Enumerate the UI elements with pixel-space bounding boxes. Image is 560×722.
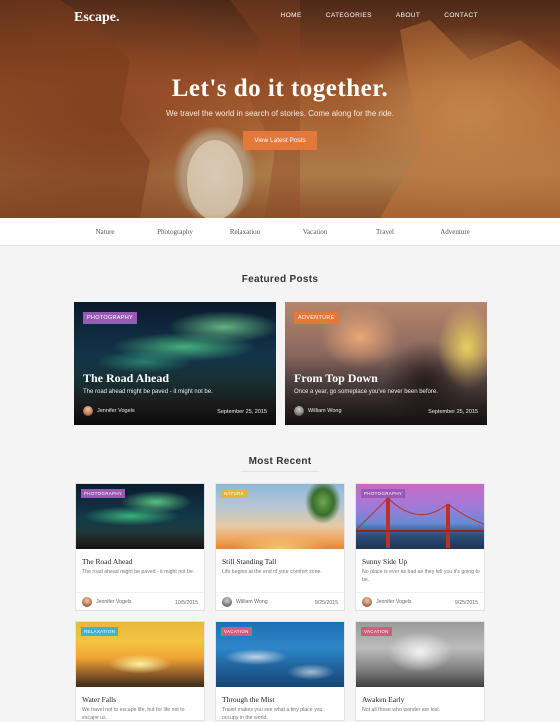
hero-subtitle: We travel the world in search of stories… xyxy=(166,109,394,118)
post-card[interactable]: PHOTOGRAPHY Sunny Side Up No place is ev… xyxy=(355,483,485,611)
category-photography[interactable]: Photography xyxy=(157,228,193,236)
card-footer: Jennifer Vogels 10/5/2015 xyxy=(76,592,204,612)
post-date: September 25, 2015 xyxy=(217,409,267,415)
nav-contact[interactable]: CONTACT xyxy=(444,12,478,19)
post-title[interactable]: Sunny Side Up xyxy=(362,557,407,566)
category-badge[interactable]: VACATION xyxy=(361,627,392,636)
avatar xyxy=(82,597,92,607)
category-bar: Nature Photography Relaxation Vacation T… xyxy=(0,218,560,246)
category-badge[interactable]: PHOTOGRAPHY xyxy=(361,489,406,498)
author-name: Jennifer Vogels xyxy=(376,599,412,605)
post-card[interactable]: RELAXATION Water Falls We travel not to … xyxy=(75,621,205,721)
category-vacation[interactable]: Vacation xyxy=(303,228,328,236)
post-date: 9/25/2015 xyxy=(454,600,478,606)
main-nav: HOME CATEGORIES ABOUT CONTACT xyxy=(281,12,478,19)
nav-about[interactable]: ABOUT xyxy=(396,12,420,19)
featured-title[interactable]: The Road Ahead xyxy=(83,371,169,386)
author-name: William Wong xyxy=(308,408,342,414)
featured-author[interactable]: Jennifer Vogels xyxy=(83,406,135,416)
post-author[interactable]: Jennifer Vogels xyxy=(362,597,411,607)
avatar xyxy=(83,406,93,416)
avatar xyxy=(362,597,372,607)
post-card[interactable]: VACATION Through the Mist Travel makes y… xyxy=(215,621,345,721)
category-adventure[interactable]: Adventure xyxy=(440,228,470,236)
author-name: Jennifer Vogels xyxy=(97,408,135,414)
post-title[interactable]: Water Falls xyxy=(82,695,116,704)
post-title[interactable]: Through the Mist xyxy=(222,695,275,704)
post-date: 9/25/2015 xyxy=(314,600,338,606)
post-title[interactable]: Still Standing Tall xyxy=(222,557,276,566)
featured-title[interactable]: From Top Down xyxy=(294,371,378,386)
post-excerpt: Not all those who wander are lost. xyxy=(362,707,441,713)
post-card[interactable]: VACATION Awaken Early Not all those who … xyxy=(355,621,485,721)
category-nature[interactable]: Nature xyxy=(95,228,114,236)
post-card[interactable]: PHOTOGRAPHY The Road Ahead The road ahea… xyxy=(75,483,205,611)
avatar xyxy=(294,406,304,416)
author-name: William Wong xyxy=(236,599,268,605)
post-author[interactable]: William Wong xyxy=(222,597,268,607)
view-latest-posts-button[interactable]: View Latest Posts xyxy=(243,131,317,150)
hero-banner: Escape. HOME CATEGORIES ABOUT CONTACT Le… xyxy=(0,0,560,218)
featured-author[interactable]: William Wong xyxy=(294,406,342,416)
card-footer: Jennifer Vogels 9/25/2015 xyxy=(356,592,484,612)
most-recent-heading: Most Recent xyxy=(248,456,312,467)
nav-categories[interactable]: CATEGORIES xyxy=(326,12,372,19)
category-badge[interactable]: NATURE xyxy=(221,489,247,498)
avatar xyxy=(222,597,232,607)
card-footer: William Wong 9/25/2015 xyxy=(216,592,344,612)
post-date: September 25, 2015 xyxy=(428,409,478,415)
post-excerpt: No place is ever as bad as they tell you… xyxy=(362,569,480,583)
author-name: Jennifer Vogels xyxy=(96,599,132,605)
category-badge[interactable]: PHOTOGRAPHY xyxy=(81,489,126,498)
post-title[interactable]: Awaken Early xyxy=(362,695,404,704)
post-author[interactable]: Jennifer Vogels xyxy=(82,597,131,607)
category-badge[interactable]: RELAXATION xyxy=(81,627,119,636)
category-badge[interactable]: VACATION xyxy=(221,627,252,636)
hero-title: Let's do it together. xyxy=(171,75,389,102)
post-excerpt: Life begins at the end of your comfort z… xyxy=(222,569,322,575)
nav-home[interactable]: HOME xyxy=(281,12,302,19)
featured-heading: Featured Posts xyxy=(241,274,319,285)
category-badge[interactable]: PHOTOGRAPHY xyxy=(83,312,137,324)
category-badge[interactable]: ADVENTURE xyxy=(294,312,339,324)
post-date: 10/5/2015 xyxy=(174,600,198,606)
featured-card[interactable]: PHOTOGRAPHY The Road Ahead The road ahea… xyxy=(74,302,276,425)
post-title[interactable]: The Road Ahead xyxy=(82,557,132,566)
post-card[interactable]: NATURE Still Standing Tall Life begins a… xyxy=(215,483,345,611)
post-excerpt: The road ahead might be paved - it might… xyxy=(82,569,195,575)
category-travel[interactable]: Travel xyxy=(376,228,394,236)
category-relaxation[interactable]: Relaxation xyxy=(230,228,260,236)
section-divider xyxy=(241,471,319,472)
featured-excerpt: Once a year, go someplace you've never b… xyxy=(294,389,438,395)
brand-logo[interactable]: Escape. xyxy=(74,10,120,26)
featured-card[interactable]: ADVENTURE From Top Down Once a year, go … xyxy=(285,302,487,425)
featured-excerpt: The road ahead might be paved - it might… xyxy=(83,389,213,395)
